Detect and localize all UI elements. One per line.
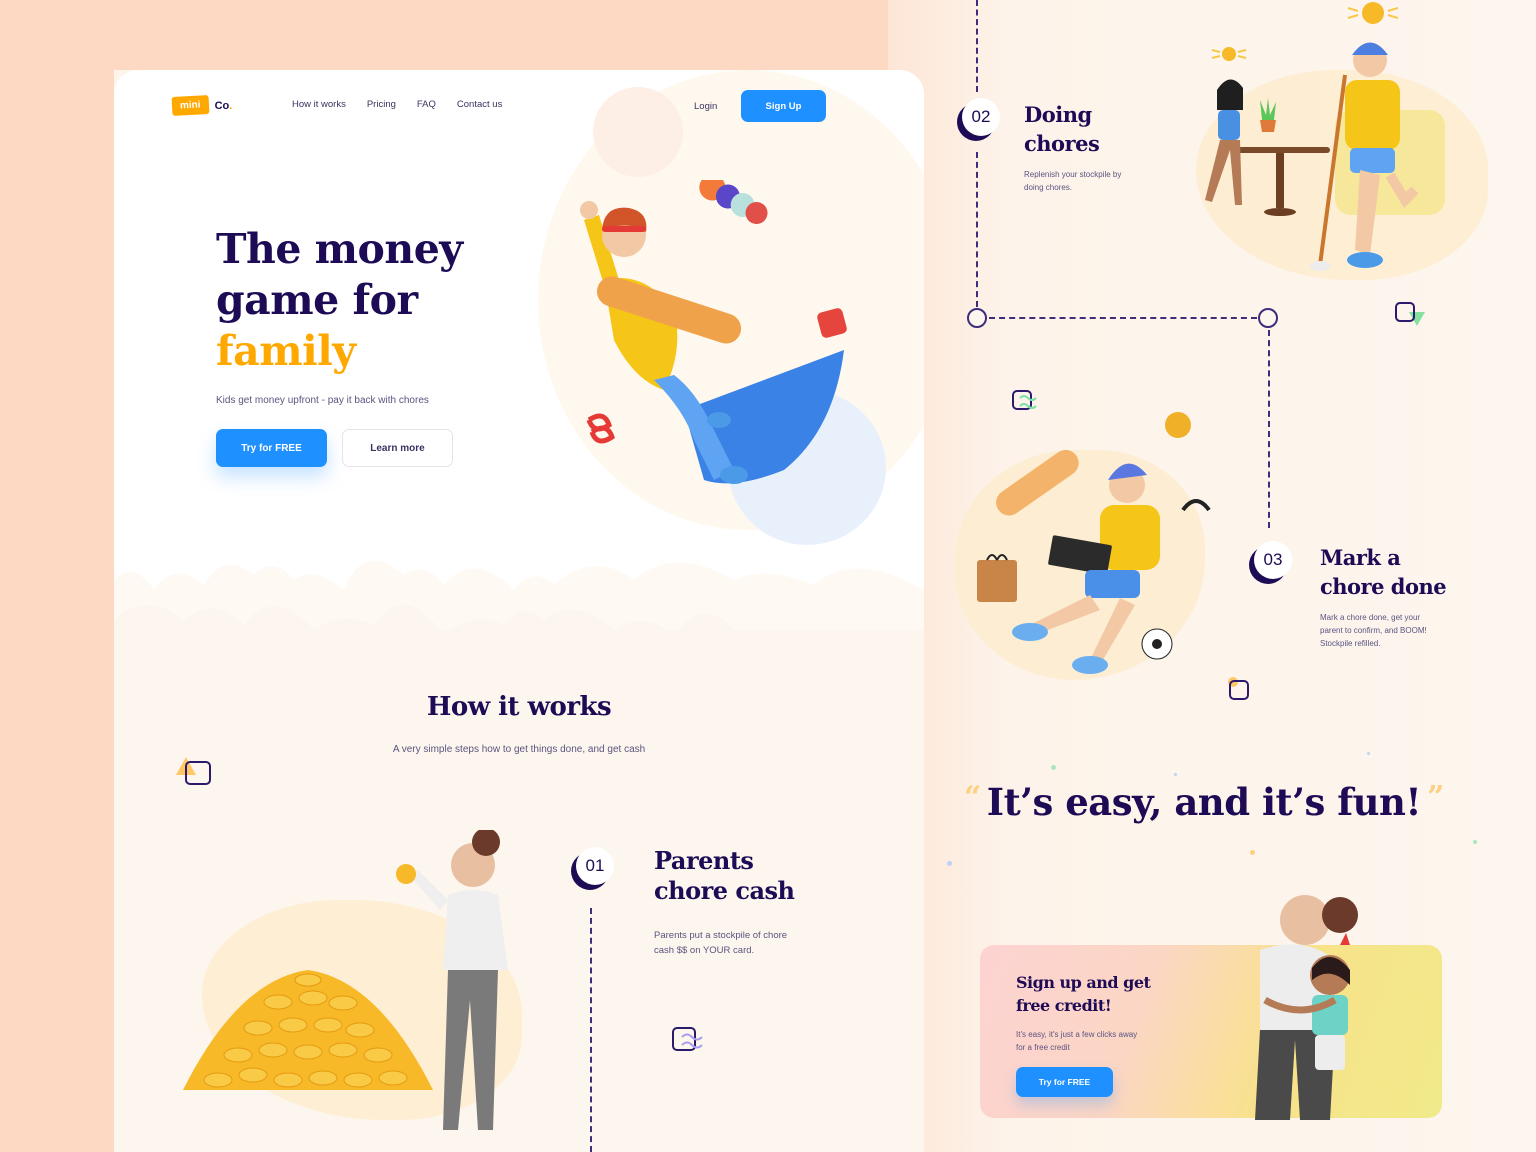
nav-pricing[interactable]: Pricing: [367, 99, 396, 110]
headband-shape: [602, 226, 646, 232]
coin-icon: [1165, 412, 1191, 438]
background-top: [0, 0, 888, 70]
step-connector-line: [989, 317, 1257, 319]
learn-more-button[interactable]: Learn more: [342, 429, 453, 467]
nav-how-it-works[interactable]: How it works: [292, 99, 346, 110]
step-number-03: 03: [1254, 541, 1292, 579]
step-connector-line: [1268, 330, 1270, 528]
nav-faq[interactable]: FAQ: [417, 99, 436, 110]
hero-subtitle: Kids get money upfront - pay it back wit…: [216, 395, 429, 406]
decor-dot: [1174, 773, 1177, 776]
step3-illustration-kid-laptop: [977, 412, 1211, 674]
step-number-01: 01: [576, 847, 614, 885]
how-it-works-title: How it works: [426, 692, 612, 722]
shoe-shape: [720, 466, 748, 484]
step1-description: Parents put a stockpile of chore cash $$…: [654, 930, 788, 956]
landing-page-card: mini Co. How it works Pricing FAQ Contac…: [114, 70, 924, 1152]
step-number-02: 02: [962, 98, 1000, 136]
open-quote-icon: “: [964, 780, 981, 815]
shoe-shape-2: [707, 412, 731, 428]
decor-dot: [947, 861, 952, 866]
cta-try-free-button[interactable]: Try for FREE: [1016, 1067, 1113, 1097]
coin-icon: [1362, 2, 1384, 24]
decor-square-triangle-icon: [1395, 302, 1425, 326]
decor-square-wave-icon: [672, 1027, 703, 1051]
background-left: [0, 0, 114, 1152]
toy-capsule: [699, 180, 768, 224]
decor-circle-pink: [593, 87, 683, 177]
hero-title-accent: family: [216, 327, 356, 375]
coin-icon: [1222, 47, 1236, 61]
decor-dot: [1473, 840, 1477, 844]
table-top: [1235, 147, 1330, 153]
step-connector-line: [976, 0, 978, 92]
close-quote-icon: ”: [1427, 780, 1444, 815]
login-link[interactable]: Login: [694, 101, 717, 112]
skateboard-shape: [996, 449, 1079, 516]
connector-node: [1258, 308, 1278, 328]
fist-shape: [580, 201, 598, 219]
step1-illustration-parent-coins: [183, 830, 508, 1130]
cta-title: Sign up and get free credit!: [1016, 973, 1151, 1015]
step2-description: Replenish your stockpile by doing chores…: [1024, 170, 1122, 192]
woman-jacket: [443, 890, 508, 970]
try-free-button[interactable]: Try for FREE: [216, 429, 327, 467]
toy-cube: [817, 308, 847, 338]
main-nav: How it works Pricing FAQ Contact us: [292, 99, 502, 110]
hero-illustration-flying-kid: [580, 180, 847, 484]
cta-description: It's easy, it's just a few clicks away f…: [1016, 1030, 1138, 1052]
hero-title: The money game for family: [216, 225, 463, 375]
how-it-works-subtitle: A very simple steps how to get things do…: [392, 744, 646, 755]
step-connector-line: [590, 908, 592, 1152]
decor-square-triangle-icon: [176, 757, 211, 785]
connector-node: [967, 308, 987, 328]
decor-square-dot-icon: [1228, 677, 1249, 700]
step1-title: Parents chore cash: [654, 846, 795, 905]
signup-button[interactable]: Sign Up: [741, 90, 826, 122]
step2-title: Doing chores: [1024, 102, 1100, 156]
woman-legs: [443, 970, 498, 1130]
logo-badge: mini: [171, 95, 210, 116]
decor-dot: [1367, 752, 1370, 755]
headphones-icon: [1181, 499, 1211, 512]
nav-contact-us[interactable]: Contact us: [457, 99, 502, 110]
quote-heading: “ It’s easy, and it’s fun! ”: [958, 780, 1450, 824]
held-coin: [396, 864, 416, 884]
logo[interactable]: mini Co.: [171, 95, 233, 116]
step-connector-line: [976, 152, 978, 307]
table-leg: [1276, 153, 1284, 208]
toy-spring: [586, 413, 615, 444]
quote-text: It’s easy, and it’s fun!: [986, 780, 1422, 824]
cta-illustration-mother-daughter-hug: [1255, 895, 1358, 1120]
shopping-bag-icon: [977, 560, 1017, 602]
step3-title: Mark a chore done: [1320, 545, 1447, 599]
decor-dot: [1250, 850, 1255, 855]
step3-description: Mark a chore done, get your parent to co…: [1320, 613, 1427, 648]
logo-text: Co.: [214, 99, 233, 112]
decor-dot: [1051, 765, 1056, 770]
step2-illustration-kids-chores: [1205, 2, 1445, 271]
